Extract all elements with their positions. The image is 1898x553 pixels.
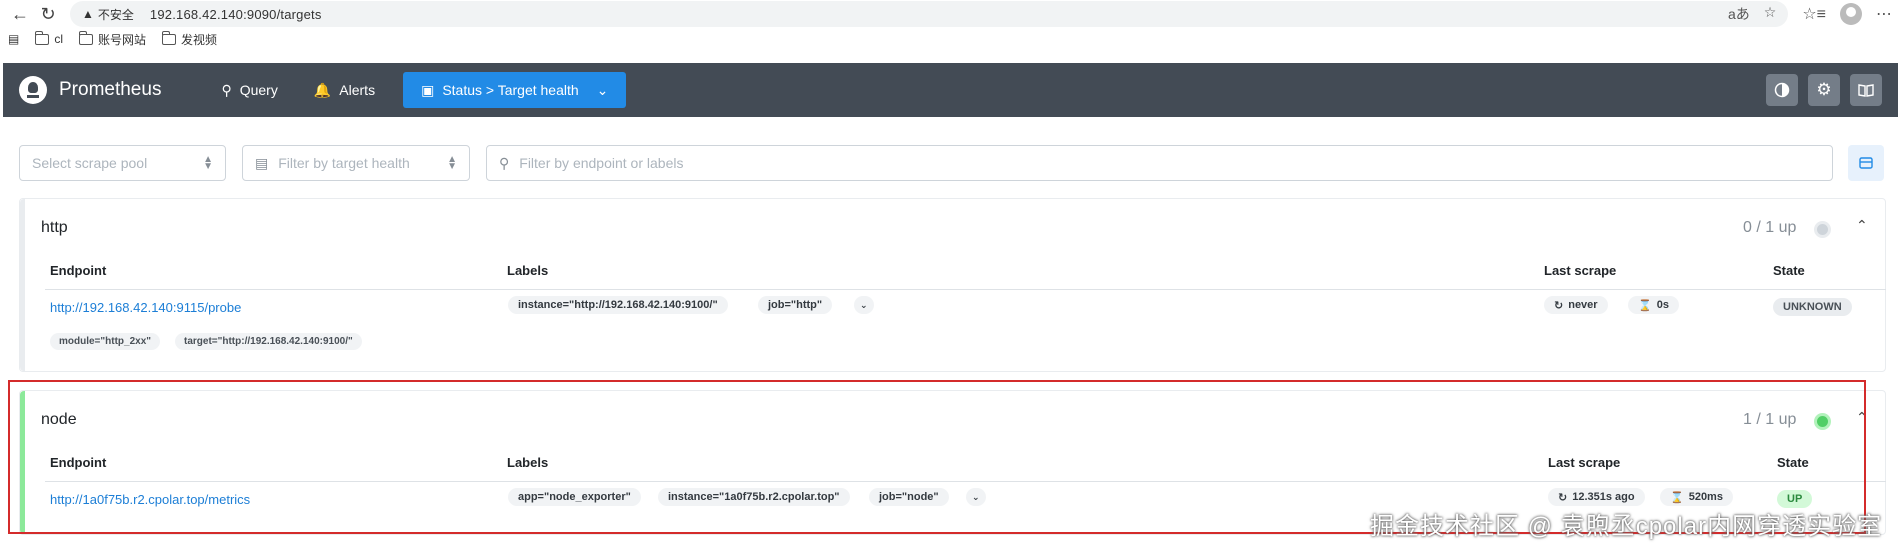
state-badge: UNKNOWN (1773, 298, 1852, 316)
bell-icon: 🔔 (313, 81, 332, 98)
filter-bar: Select scrape pool ▲ ▼ ▤ Filter by target… (19, 145, 1884, 181)
chevron-up-icon[interactable]: ⌃ (1856, 217, 1868, 234)
docs-button[interactable] (1850, 74, 1882, 106)
insecure-label: 不安全 (97, 7, 134, 22)
theme-toggle-button[interactable] (1766, 74, 1798, 106)
col-labels: Labels (507, 455, 549, 470)
collapse-all-button[interactable] (1848, 145, 1884, 181)
label-chip: job="node" (869, 488, 949, 506)
label-chip: instance="1a0f75b.r2.cpolar.top" (658, 488, 850, 506)
health-ring-icon (1814, 413, 1831, 430)
bookmarks-bar: ▤ cl 账号网站 发视频 (0, 28, 1898, 50)
expand-labels-chevron-icon[interactable]: ⌄ (854, 296, 874, 314)
last-scrape-chip: ↻ never (1544, 296, 1608, 314)
chevron-updown-icon: ▲ ▼ (447, 154, 457, 172)
nav-query[interactable]: ⚲ Query (221, 82, 277, 99)
label-chip: job="http" (758, 296, 833, 314)
book-icon (1858, 84, 1874, 97)
scrape-pool-select[interactable]: Select scrape pool ▲ ▼ (19, 145, 226, 181)
settings-button[interactable]: ⚙ (1808, 74, 1840, 106)
brand-title[interactable]: Prometheus (59, 79, 161, 101)
reload-icon[interactable]: ↻ (34, 2, 62, 26)
browser-toolbar: ← ↻ ▲ 不安全 192.168.42.140:9090/targets aあ… (0, 0, 1898, 28)
favorites-icon[interactable]: ☆≡ (1802, 4, 1826, 24)
warning-icon: ▲ (82, 7, 94, 21)
col-state: State (1777, 455, 1809, 470)
target-endpoint-link[interactable]: http://192.168.42.140:9115/probe (50, 300, 241, 315)
pool-health-bar (20, 199, 25, 371)
bookmark-accounts[interactable]: 账号网站 (79, 30, 146, 48)
url-text: 192.168.42.140:9090/targets (149, 6, 322, 22)
target-health-select[interactable]: ▤ Filter by target health ▲ ▼ (242, 145, 470, 181)
monitor-icon: ▣ (421, 81, 435, 98)
search-icon: ⚲ (221, 81, 232, 98)
col-labels: Labels (507, 263, 549, 278)
pool-up-count: 1 / 1 up (1743, 411, 1797, 428)
gear-icon: ⚙ (1816, 80, 1832, 99)
insecure-indicator[interactable]: ▲ 不安全 (82, 6, 134, 23)
refresh-icon: ↻ (1554, 299, 1564, 312)
scrape-pool-http: http 0 / 1 up ⌃ Endpoint Labels Last scr… (19, 198, 1886, 372)
endpoint-label-search[interactable]: ⚲ Filter by endpoint or labels (486, 145, 1833, 181)
watermark-text: 掘金技术社区 @ 袁煦丞cpolar内网穿透实验室 (1370, 513, 1883, 540)
folder-icon (162, 30, 177, 45)
translate-icon[interactable]: aあ (1728, 4, 1750, 24)
pool-up-count: 0 / 1 up (1743, 219, 1797, 236)
collapse-icon (1859, 157, 1873, 169)
nav-status-dropdown[interactable]: ▣ Status > Target health ⌄ (403, 72, 627, 108)
contrast-icon (1774, 82, 1790, 98)
pool-health-bar (20, 391, 25, 534)
folder-icon (35, 30, 50, 45)
col-endpoint: Endpoint (50, 263, 107, 278)
chevron-updown-icon: ▲ ▼ (203, 154, 213, 172)
chevron-down-icon: ⌄ (596, 81, 609, 98)
health-ring-icon (1814, 221, 1831, 238)
nav-alerts[interactable]: 🔔 Alerts (314, 82, 375, 99)
heart-monitor-icon: ▤ (255, 154, 269, 171)
hourglass-icon: ⌛ (1670, 491, 1684, 504)
expand-labels-chevron-icon[interactable]: ⌄ (966, 488, 986, 506)
address-bar[interactable]: ▲ 不安全 192.168.42.140:9090/targets aあ ☆ (70, 1, 1789, 27)
tab-search-icon[interactable]: ▤ (8, 32, 19, 46)
profile-avatar[interactable] (1840, 3, 1862, 25)
folder-icon (79, 30, 94, 45)
param-chip: target="http://192.168.42.140:9100/" (175, 333, 362, 350)
col-state: State (1773, 263, 1805, 278)
chevron-up-icon[interactable]: ⌃ (1856, 409, 1868, 426)
search-icon: ⚲ (499, 154, 510, 171)
refresh-icon: ↻ (1558, 491, 1568, 504)
pool-name[interactable]: node (41, 411, 77, 429)
col-last-scrape: Last scrape (1544, 263, 1617, 278)
label-chip: instance="http://192.168.42.140:9100/" (508, 296, 728, 314)
target-endpoint-link[interactable]: http://1a0f75b.r2.cpolar.top/metrics (50, 492, 250, 507)
more-icon[interactable]: ⋯ (1876, 4, 1892, 24)
row-divider (45, 289, 1886, 290)
app-header: Prometheus ⚲ Query 🔔 Alerts ▣ Status > T… (3, 63, 1898, 117)
param-chip: module="http_2xx" (50, 333, 161, 350)
scrape-duration-chip: ⌛ 0s (1628, 296, 1679, 314)
prometheus-logo-icon (19, 76, 47, 104)
hourglass-icon: ⌛ (1638, 299, 1652, 312)
back-arrow-icon[interactable]: ← (6, 2, 34, 26)
star-icon[interactable]: ☆ (1764, 4, 1777, 24)
label-chip: app="node_exporter" (508, 488, 641, 506)
col-endpoint: Endpoint (50, 455, 107, 470)
col-last-scrape: Last scrape (1548, 455, 1621, 470)
pool-name[interactable]: http (41, 219, 68, 237)
row-divider (45, 481, 1886, 482)
bookmark-cl[interactable]: cl (35, 30, 63, 46)
scrape-duration-chip: ⌛ 520ms (1660, 488, 1733, 506)
bookmark-videos[interactable]: 发视频 (162, 30, 217, 48)
last-scrape-chip: ↻ 12.351s ago (1548, 488, 1645, 506)
